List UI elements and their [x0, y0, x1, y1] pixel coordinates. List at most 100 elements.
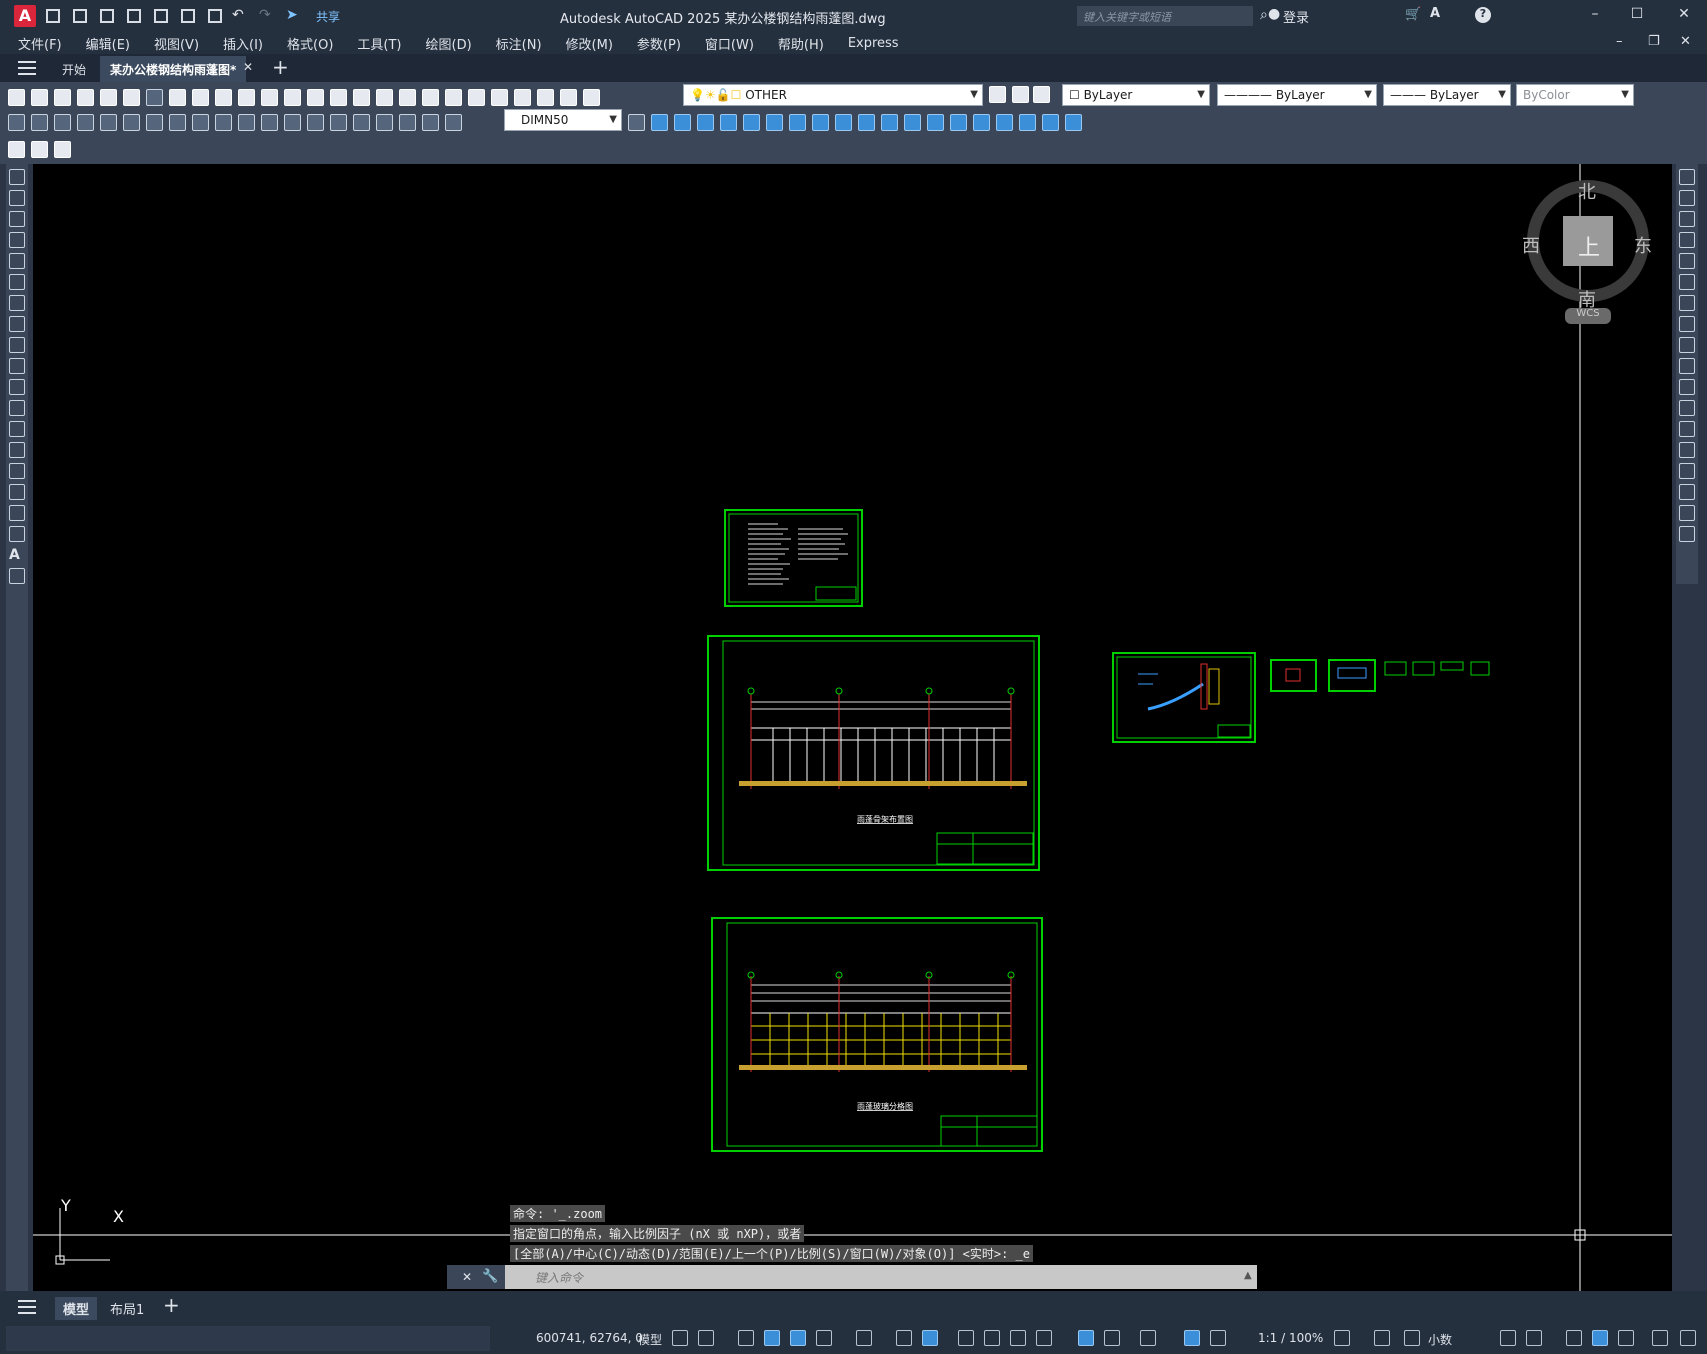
add-selected-icon[interactable]: [9, 568, 25, 584]
attribute-icon[interactable]: [31, 140, 48, 158]
menu-express[interactable]: Express: [848, 36, 899, 51]
union-icon[interactable]: [674, 113, 691, 131]
dim-break-icon[interactable]: [284, 113, 301, 131]
offset-faces-icon[interactable]: [789, 113, 806, 131]
continue-icon[interactable]: [238, 113, 255, 131]
search-input[interactable]: 键入关键字或短语: [1077, 6, 1253, 26]
menu-tools[interactable]: 工具(T): [357, 34, 401, 53]
cut-icon[interactable]: [169, 88, 186, 106]
3d-print-icon[interactable]: [146, 88, 163, 106]
viewcube-west[interactable]: 西: [1522, 232, 1540, 258]
menu-draw[interactable]: 绘图(D): [426, 34, 472, 53]
save-icon[interactable]: [54, 88, 71, 106]
menu-window[interactable]: 窗口(W): [705, 34, 754, 53]
new-icon[interactable]: [43, 7, 63, 25]
subtract-icon[interactable]: [697, 113, 714, 131]
spline-icon[interactable]: [9, 337, 25, 353]
command-input[interactable]: 键入命令: [505, 1265, 1257, 1289]
lineweight-icon[interactable]: [958, 1330, 974, 1346]
baseline-icon[interactable]: [215, 113, 232, 131]
grid-icon[interactable]: [672, 1330, 688, 1346]
offset-icon[interactable]: [1679, 232, 1695, 248]
redo-icon[interactable]: [307, 88, 324, 106]
file-tabs-menu-icon[interactable]: [18, 61, 36, 75]
fillet-icon[interactable]: [1679, 484, 1695, 500]
viewcube-east[interactable]: 东: [1634, 232, 1652, 258]
delete-faces-icon[interactable]: [812, 113, 829, 131]
polygon-icon[interactable]: [9, 232, 25, 248]
layer-dropdown[interactable]: 💡☀🔓☐ OTHER ▼: [683, 84, 983, 106]
move-icon[interactable]: [1679, 274, 1695, 290]
doc-minimize-button[interactable]: –: [1616, 34, 1623, 49]
linetype-dropdown[interactable]: ———— ByLayer ▼: [1217, 84, 1377, 106]
array-icon[interactable]: [1679, 253, 1695, 269]
ortho-icon[interactable]: [790, 1330, 806, 1346]
line-icon[interactable]: [9, 169, 25, 185]
revision-cloud-icon[interactable]: [9, 316, 25, 332]
box-icon[interactable]: [651, 113, 668, 131]
plus-icon[interactable]: [1374, 1330, 1390, 1346]
dim-edit-icon[interactable]: [399, 113, 416, 131]
color-dropdown[interactable]: ☐ ByLayer ▼: [1062, 84, 1210, 106]
hatch-icon[interactable]: [9, 463, 25, 479]
menu-insert[interactable]: 插入(I): [223, 34, 263, 53]
layer-previous-icon[interactable]: [1012, 86, 1029, 103]
break-at-point-icon[interactable]: [1679, 400, 1695, 416]
polyline-icon[interactable]: [9, 211, 25, 227]
aligned-dim-icon[interactable]: [31, 113, 48, 131]
plot-preview-icon[interactable]: [100, 88, 117, 106]
cart-icon[interactable]: 🛒: [1405, 7, 1421, 22]
text-edit-icon[interactable]: [8, 140, 25, 158]
save-web-icon[interactable]: [178, 7, 198, 25]
menu-format[interactable]: 格式(O): [287, 34, 333, 53]
open-icon[interactable]: [31, 88, 48, 106]
tab-start[interactable]: 开始: [52, 56, 96, 82]
undo-icon[interactable]: ↶: [232, 7, 252, 25]
gear-icon[interactable]: [1334, 1330, 1350, 1346]
app-menu-button[interactable]: A: [14, 5, 36, 27]
saveas-icon[interactable]: [124, 7, 144, 25]
dim-style-icon[interactable]: [628, 113, 645, 131]
menu-view[interactable]: 视图(V): [154, 34, 199, 53]
region-icon[interactable]: [9, 505, 25, 521]
intersect-icon[interactable]: [720, 113, 737, 131]
layer-states-icon[interactable]: [1033, 86, 1050, 103]
menu-edit[interactable]: 编辑(E): [86, 34, 130, 53]
viewcube-top-face[interactable]: 上: [1578, 230, 1600, 262]
join-icon[interactable]: [1679, 442, 1695, 458]
open-web-icon[interactable]: [151, 7, 171, 25]
calculator-icon[interactable]: [537, 88, 554, 106]
insert-block-icon[interactable]: [9, 400, 25, 416]
copy-faces-icon[interactable]: [881, 113, 898, 131]
tab-close-icon[interactable]: ✕: [243, 60, 253, 74]
multiline-text-icon[interactable]: A: [9, 547, 25, 563]
lock-ui-icon[interactable]: [1526, 1330, 1542, 1346]
dim-update-icon[interactable]: [445, 113, 462, 131]
menu-dimension[interactable]: 标注(N): [496, 34, 542, 53]
point-icon[interactable]: [9, 442, 25, 458]
drawing-canvas[interactable]: 雨蓬骨架布置图 雨蓬玻璃分格图 北 南 西 东 上 WCS X Y: [33, 164, 1672, 1291]
chamfer-icon[interactable]: [1679, 463, 1695, 479]
rectangle-icon[interactable]: [9, 253, 25, 269]
fullscreen-icon[interactable]: [1652, 1330, 1668, 1346]
doc-restore-button[interactable]: ❐: [1648, 34, 1660, 49]
new-icon[interactable]: [8, 88, 25, 106]
customize-statusbar-icon[interactable]: [1680, 1330, 1696, 1346]
dim-text-edit-icon[interactable]: [422, 113, 439, 131]
dynamic-ucs-icon[interactable]: [1078, 1330, 1094, 1346]
layer-properties-icon[interactable]: [583, 88, 600, 106]
menu-file[interactable]: 文件(F): [18, 34, 62, 53]
rotate-icon[interactable]: [1679, 295, 1695, 311]
stretch-icon[interactable]: [1679, 337, 1695, 353]
zoom-window-icon[interactable]: [376, 88, 393, 106]
jogged-linear-icon[interactable]: [376, 113, 393, 131]
close-button[interactable]: ✕: [1674, 6, 1694, 26]
blend-curves-icon[interactable]: [1679, 505, 1695, 521]
graphics-performance-icon[interactable]: [1592, 1330, 1608, 1346]
new-tab-button[interactable]: +: [272, 55, 289, 79]
object-snap-icon[interactable]: [922, 1330, 938, 1346]
arc-length-icon[interactable]: [54, 113, 71, 131]
undo-icon[interactable]: [284, 88, 301, 106]
infer-constraints-icon[interactable]: [738, 1330, 754, 1346]
share-icon[interactable]: ➤: [286, 7, 306, 25]
